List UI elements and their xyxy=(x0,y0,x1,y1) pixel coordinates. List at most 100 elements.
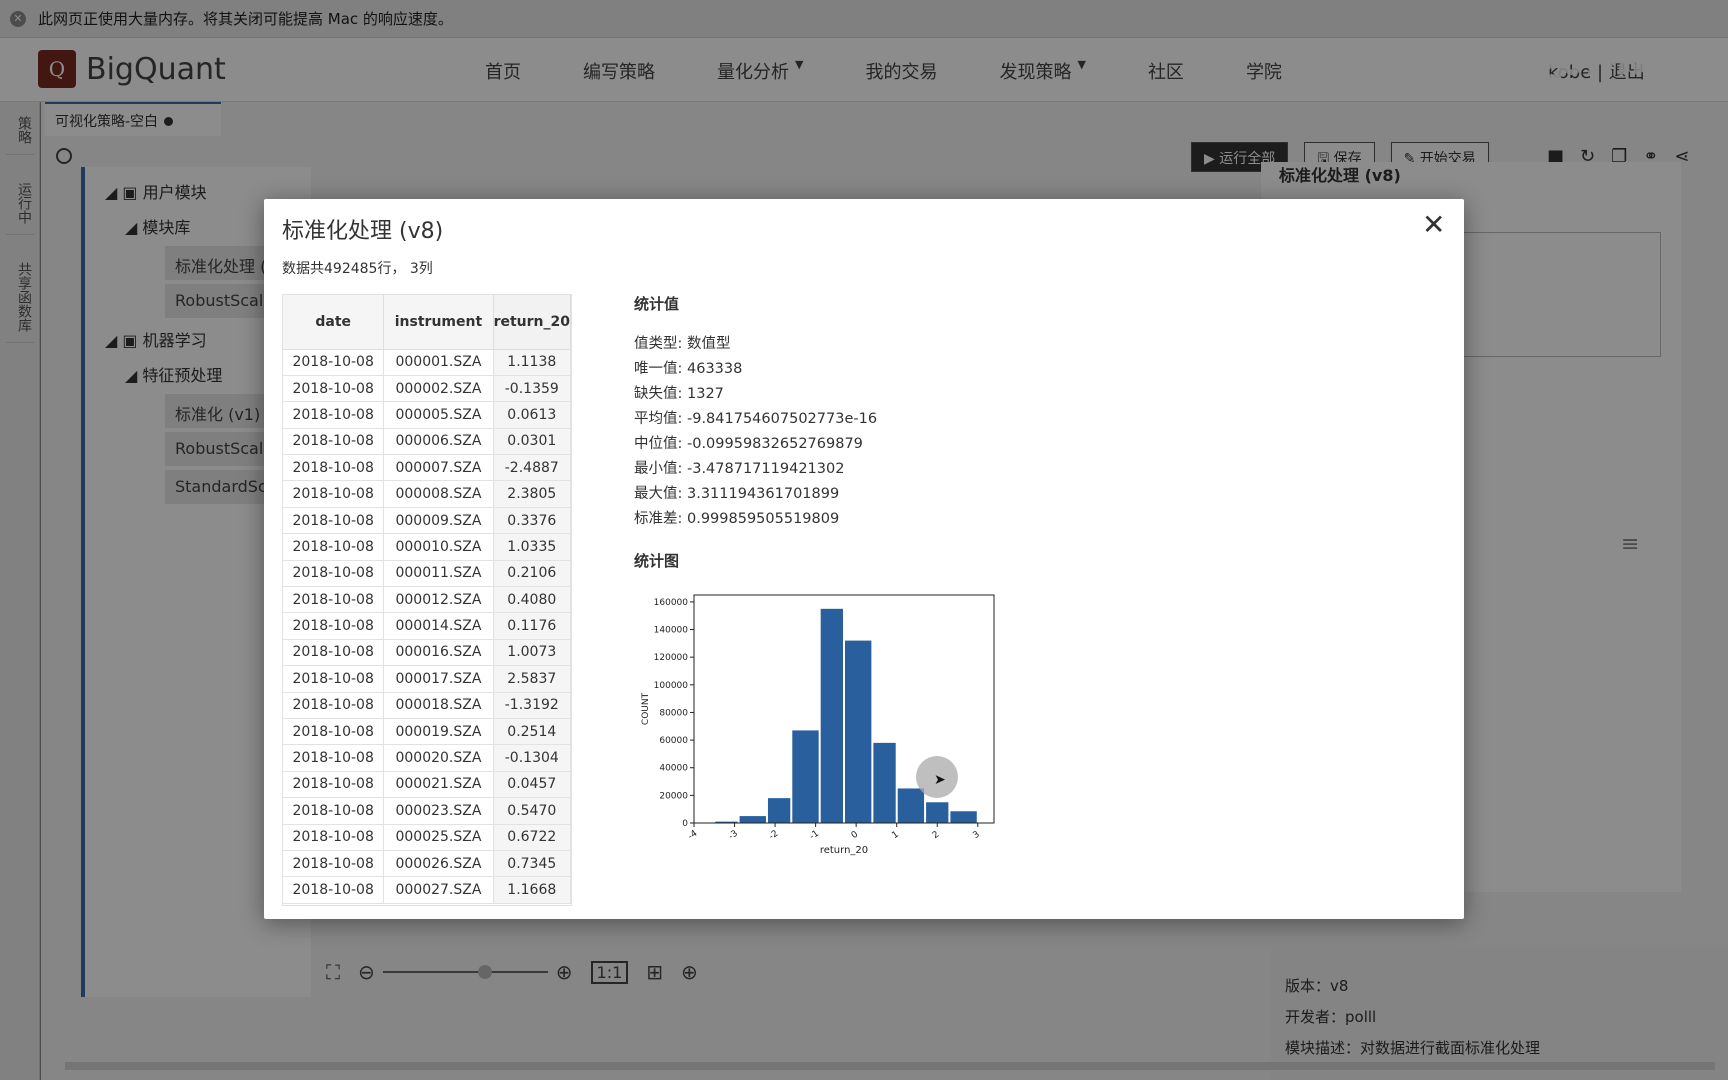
cell-date: 2018-10-08 xyxy=(283,454,385,482)
cell-return-20: -0.1304 xyxy=(493,744,571,772)
table-row[interactable]: 2018-10-08 000025.SZA 0.6722 xyxy=(283,824,571,851)
data-table[interactable]: date instrument return_20 2018-10-08 0000… xyxy=(282,294,572,906)
cell-instrument: 000026.SZA xyxy=(383,850,494,878)
table-row[interactable]: 2018-10-08 000026.SZA 0.7345 xyxy=(283,850,571,878)
cell-date: 2018-10-08 xyxy=(283,824,385,851)
cell-return-20: 1.0073 xyxy=(493,639,571,667)
table-row[interactable]: 2018-10-08 000021.SZA 0.0457 xyxy=(283,771,571,799)
cell-return-20: 2.5837 xyxy=(493,665,571,693)
cell-instrument: 000010.SZA xyxy=(383,533,494,561)
histogram-bar xyxy=(739,816,766,823)
table-row[interactable]: 2018-10-08 000020.SZA -0.1304 xyxy=(283,744,571,772)
table-row[interactable]: 2018-10-08 000009.SZA 0.3376 xyxy=(283,507,571,535)
cell-instrument: 000020.SZA xyxy=(383,744,494,772)
cell-date: 2018-10-08 xyxy=(283,612,385,640)
stat-row: 缺失值: 1327 xyxy=(634,386,724,402)
cell-return-20: 0.0613 xyxy=(493,401,571,429)
histogram-bar xyxy=(897,788,925,823)
cell-instrument: 000018.SZA xyxy=(383,692,494,719)
cell-instrument: 000006.SZA xyxy=(383,428,494,456)
table-row[interactable]: 2018-10-08 000018.SZA -1.3192 xyxy=(283,692,571,719)
cell-date: 2018-10-08 xyxy=(283,401,385,429)
cell-return-20: 0.4080 xyxy=(493,586,571,614)
cell-date: 2018-10-08 xyxy=(283,507,385,535)
y-tick-label: 20000 xyxy=(659,791,688,801)
column-header-date[interactable]: date xyxy=(283,295,385,350)
stat-row: 最大值: 3.311194361701899 xyxy=(634,486,840,502)
cell-instrument: 000014.SZA xyxy=(383,612,494,640)
cell-date: 2018-10-08 xyxy=(283,797,385,825)
column-header-instrument[interactable]: instrument xyxy=(383,295,494,350)
stats-section: 统计值 值类型: 数值型 唯一值: 463338 缺失值: 1327 平均值: -9.… xyxy=(634,293,877,532)
cell-date: 2018-10-08 xyxy=(283,480,385,508)
y-tick-label: 60000 xyxy=(659,736,688,746)
y-tick-label: 100000 xyxy=(654,681,689,691)
chart-heading: 统计图 xyxy=(634,552,680,570)
cell-instrument: 000017.SZA xyxy=(383,665,494,693)
cell-instrument: 000012.SZA xyxy=(383,586,494,614)
cell-date: 2018-10-08 xyxy=(283,771,385,799)
table-row[interactable]: 2018-10-08 000008.SZA 2.3805 xyxy=(283,480,571,508)
stat-row: 标准差: 0.999859505519809 xyxy=(634,511,840,527)
cell-date: 2018-10-08 xyxy=(283,718,385,746)
table-row[interactable]: 2018-10-08 000005.SZA 0.0613 xyxy=(283,401,571,429)
histogram-chart: 0 20000 40000 60000 80000 100000 120000 140000 1… xyxy=(641,594,995,856)
cell-date: 2018-10-08 xyxy=(283,560,385,588)
table-row[interactable]: 2018-10-08 000002.SZA -0.1359 xyxy=(283,375,571,403)
cell-date: 2018-10-08 xyxy=(283,876,385,904)
cell-instrument: 000021.SZA xyxy=(383,771,494,799)
cell-return-20: 0.2514 xyxy=(493,718,571,746)
y-tick-label: 160000 xyxy=(654,598,689,608)
cell-return-20: 1.1668 xyxy=(493,876,571,904)
histogram-bar xyxy=(926,802,949,823)
cell-date: 2018-10-08 xyxy=(283,349,385,376)
table-row[interactable]: 2018-10-08 000019.SZA 0.2514 xyxy=(283,718,571,746)
cell-instrument: 000011.SZA xyxy=(383,560,494,588)
x-axis-label: return_20 xyxy=(820,845,868,856)
table-row[interactable]: 2018-10-08 000023.SZA 0.5470 xyxy=(283,797,571,825)
stats-heading: 统计值 xyxy=(634,295,680,313)
data-summary: 数据共492485行， 3列 xyxy=(282,261,433,277)
x-tick-label: 2 xyxy=(931,830,941,841)
table-row[interactable]: 2018-10-08 000016.SZA 1.0073 xyxy=(283,639,571,667)
table-row[interactable]: 2018-10-08 000017.SZA 2.5837 xyxy=(283,665,571,693)
table-row[interactable]: 2018-10-08 000011.SZA 0.2106 xyxy=(283,560,571,588)
y-tick-label: 0 xyxy=(682,819,688,829)
table-row[interactable]: 2018-10-08 000014.SZA 0.1176 xyxy=(283,612,571,640)
cell-return-20: -2.4887 xyxy=(493,454,571,482)
cell-date: 2018-10-08 xyxy=(283,850,385,878)
table-row[interactable]: 2018-10-08 000007.SZA -2.4887 xyxy=(283,454,571,482)
table-row[interactable]: 2018-10-08 000012.SZA 0.4080 xyxy=(283,586,571,614)
x-tick-label: -3 xyxy=(727,829,740,842)
table-row[interactable]: 2018-10-08 000010.SZA 1.0335 xyxy=(283,533,571,561)
stat-row: 最小值: -3.478717119421302 xyxy=(634,461,845,477)
cell-return-20: -1.3192 xyxy=(493,692,571,719)
cell-return-20: 0.0457 xyxy=(493,771,571,799)
stat-row: 唯一值: 463338 xyxy=(634,361,743,377)
cell-return-20: 0.7345 xyxy=(493,850,571,878)
cell-return-20: 2.3805 xyxy=(493,480,571,508)
x-tick-label: 1 xyxy=(890,830,900,841)
cell-return-20: 1.1138 xyxy=(493,349,571,376)
column-header-return-20[interactable]: return_20 xyxy=(493,295,571,350)
table-row[interactable]: 2018-10-08 000001.SZA 1.1138 xyxy=(283,349,571,376)
y-axis-label: COUNT xyxy=(641,692,651,725)
histogram-bar xyxy=(792,730,819,823)
stat-row: 值类型: 数值型 xyxy=(634,336,731,352)
y-tick-label: 80000 xyxy=(659,708,688,718)
cell-instrument: 000007.SZA xyxy=(383,454,494,482)
cell-date: 2018-10-08 xyxy=(283,533,385,561)
stat-row: 中位值: -0.09959832652769879 xyxy=(634,436,863,452)
cell-return-20: -0.1359 xyxy=(493,375,571,403)
cell-date: 2018-10-08 xyxy=(283,692,385,719)
histogram-bar xyxy=(873,742,896,823)
close-icon[interactable]: ✕ xyxy=(1422,211,1445,239)
table-row[interactable]: 2018-10-08 000006.SZA 0.0301 xyxy=(283,428,571,456)
cell-return-20: 0.3376 xyxy=(493,507,571,535)
cell-date: 2018-10-08 xyxy=(283,665,385,693)
stat-row: 平均值: -9.841754607502773e-16 xyxy=(634,411,878,427)
mouse-cursor-icon: ➤ xyxy=(934,772,946,788)
y-tick-label: 40000 xyxy=(659,764,688,774)
cell-instrument: 000019.SZA xyxy=(383,718,494,746)
table-row[interactable]: 2018-10-08 000027.SZA 1.1668 xyxy=(283,876,571,904)
